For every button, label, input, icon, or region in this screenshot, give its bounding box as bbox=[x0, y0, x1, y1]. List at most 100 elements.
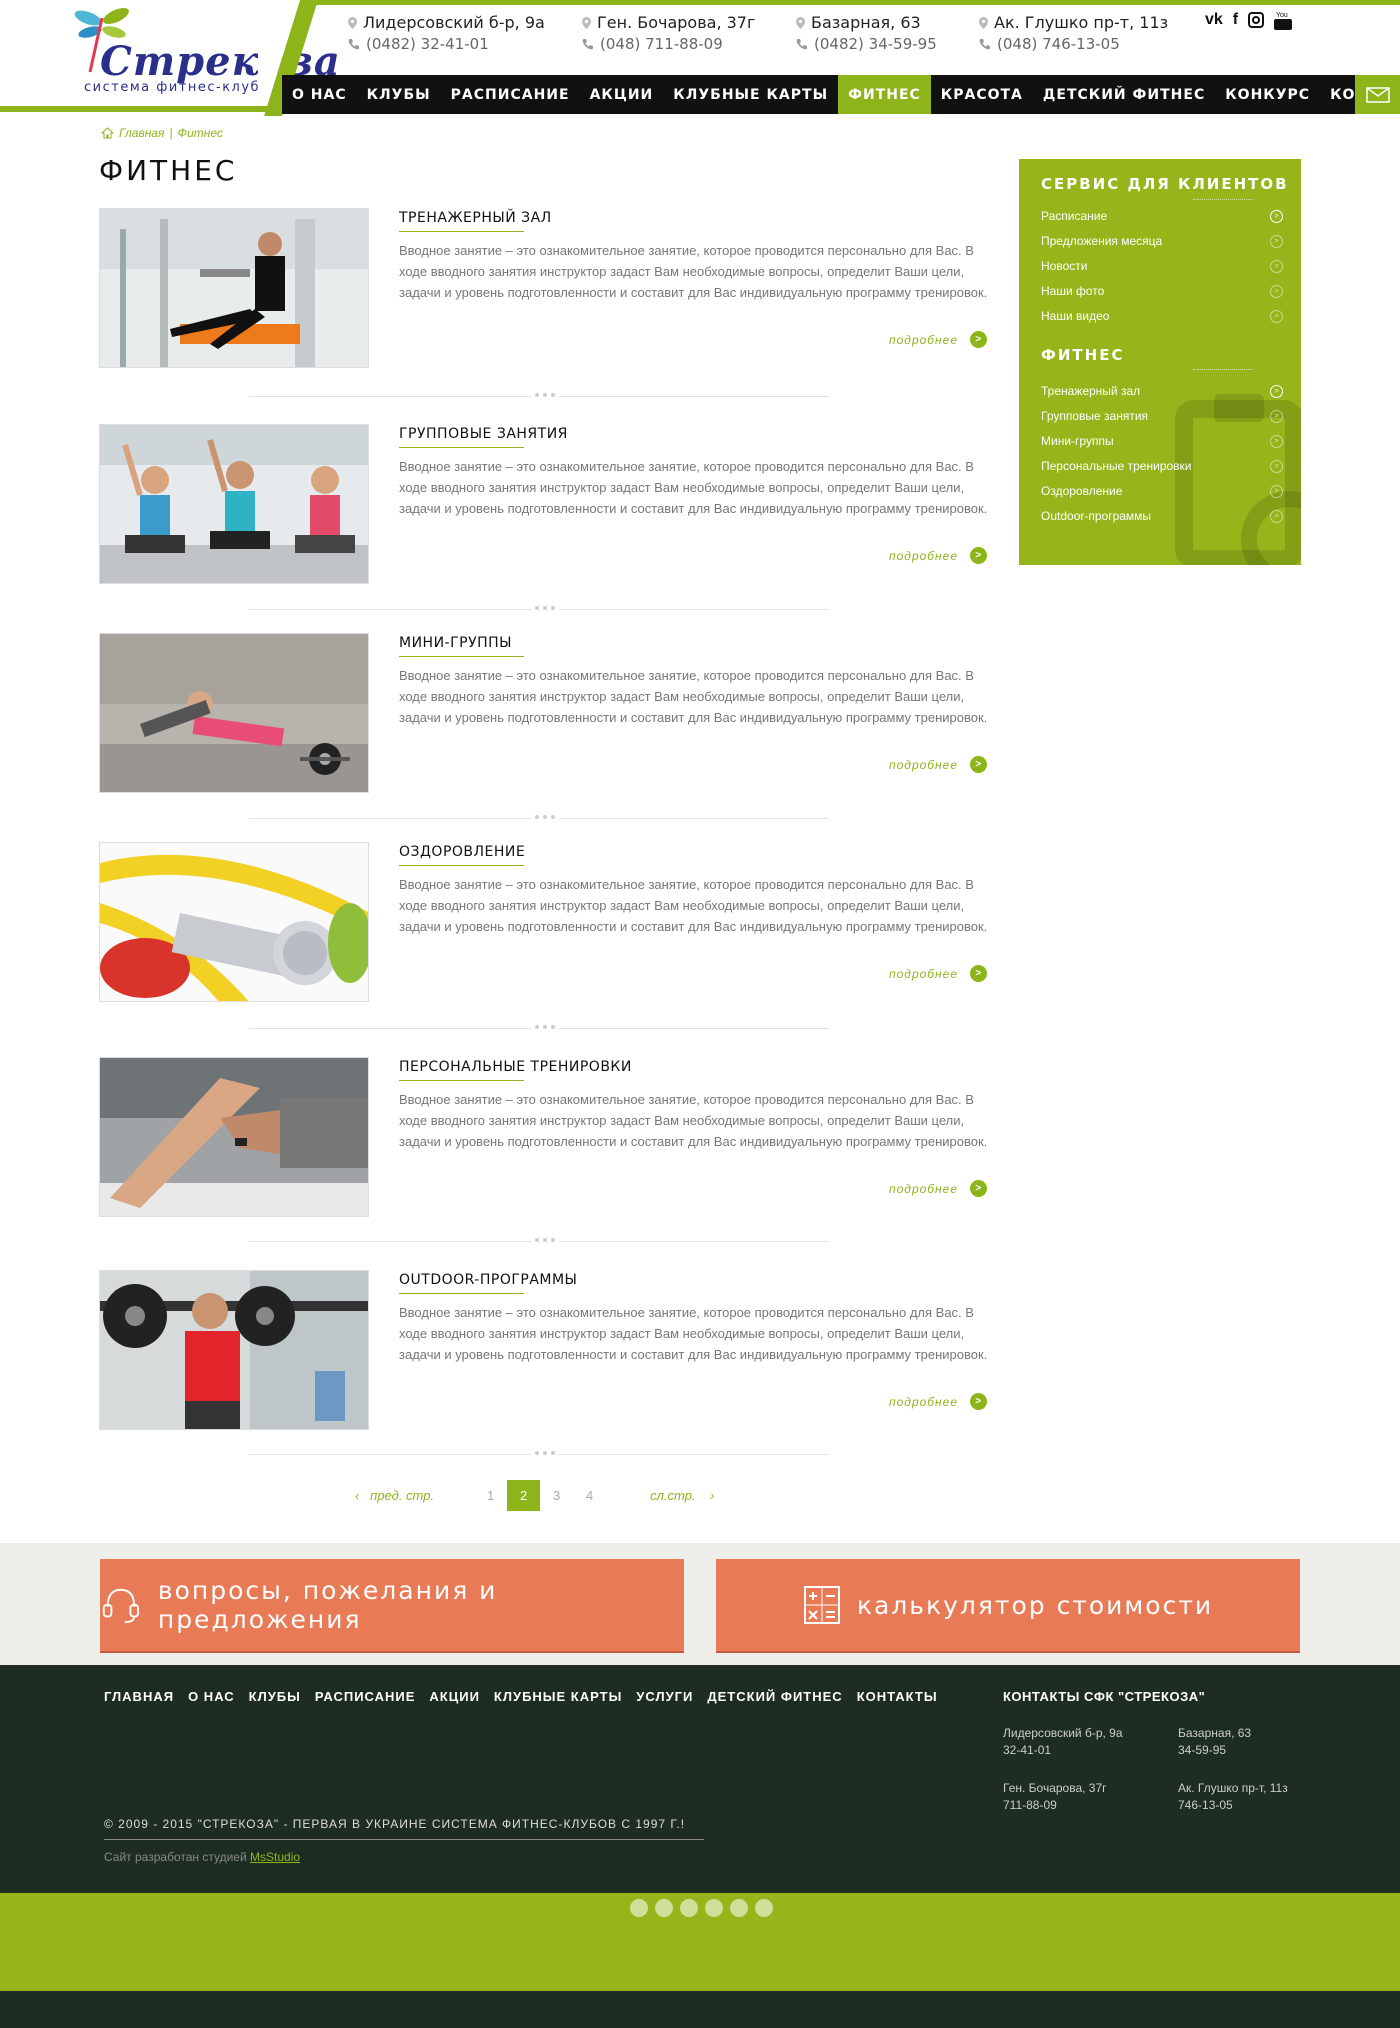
more-link[interactable]: подробнее > bbox=[889, 1393, 987, 1410]
prev-page-link[interactable]: ‹ пред. стр. bbox=[355, 1488, 434, 1503]
article-thumbnail[interactable] bbox=[99, 842, 369, 1002]
sidebar-item-group-classes[interactable]: Групповые занятия > bbox=[1041, 409, 1283, 423]
footer-social bbox=[630, 1899, 773, 1917]
youtube-icon[interactable]: You bbox=[1274, 10, 1293, 30]
article-title[interactable]: ПЕРСОНАЛЬНЫЕ ТРЕНИРОВКИ bbox=[399, 1059, 632, 1081]
more-link[interactable]: подробнее > bbox=[889, 331, 987, 348]
instagram-icon[interactable] bbox=[1248, 12, 1265, 28]
article-thumbnail[interactable] bbox=[99, 208, 369, 368]
bottom-bar bbox=[0, 1893, 1400, 1991]
pinterest-icon[interactable] bbox=[705, 1899, 723, 1917]
mail-button[interactable] bbox=[1355, 75, 1400, 114]
page-title: ФИТНЕС bbox=[99, 154, 238, 187]
nav-item-schedule[interactable]: РАСПИСАНИЕ bbox=[441, 75, 580, 114]
footer-contact-phone[interactable]: 746-13-05 bbox=[1178, 1797, 1288, 1814]
sidebar-item-news[interactable]: Новости > bbox=[1041, 259, 1283, 273]
footer-nav-contacts[interactable]: КОНТАКТЫ bbox=[857, 1689, 938, 1704]
page-number[interactable]: 1 bbox=[474, 1488, 507, 1503]
svg-text:You: You bbox=[1276, 12, 1288, 19]
article-thumbnail[interactable] bbox=[99, 1270, 369, 1430]
arrow-right-icon: > bbox=[970, 756, 987, 773]
club-phone[interactable]: (048) 746-13-05 bbox=[997, 35, 1120, 53]
phone-icon bbox=[979, 39, 990, 50]
footer-nav-kids-fitness[interactable]: ДЕТСКИЙ ФИТНЕС bbox=[707, 1689, 842, 1704]
headset-icon bbox=[102, 1588, 139, 1624]
page-number[interactable]: 3 bbox=[540, 1488, 573, 1503]
article-title[interactable]: ОЗДОРОВЛЕНИЕ bbox=[399, 844, 525, 866]
footer-nav: ГЛАВНАЯ О НАС КЛУБЫ РАСПИСАНИЕ АКЦИИ КЛУ… bbox=[104, 1689, 938, 1704]
home-icon[interactable] bbox=[101, 127, 114, 139]
footer-nav-clubs[interactable]: КЛУБЫ bbox=[249, 1689, 301, 1704]
page-number-current[interactable]: 2 bbox=[507, 1480, 541, 1511]
nav-item-contest[interactable]: КОНКУРС bbox=[1215, 75, 1320, 114]
nav-item-about[interactable]: О НАС bbox=[282, 75, 357, 114]
arrow-right-icon: > bbox=[970, 1393, 987, 1410]
article-title[interactable]: ГРУППОВЫЕ ЗАНЯТИЯ bbox=[399, 426, 568, 448]
more-link[interactable]: подробнее > bbox=[889, 1180, 987, 1197]
footer-nav-schedule[interactable]: РАСПИСАНИЕ bbox=[315, 1689, 416, 1704]
footer-nav-about[interactable]: О НАС bbox=[188, 1689, 235, 1704]
sidebar-item-photos[interactable]: Наши фото > bbox=[1041, 284, 1283, 298]
sidebar-item-gym[interactable]: Тренажерный зал > bbox=[1041, 384, 1283, 398]
more-link[interactable]: подробнее > bbox=[889, 547, 987, 564]
sidebar-item-label: Наши фото bbox=[1041, 284, 1105, 298]
google-plus-icon[interactable] bbox=[680, 1899, 698, 1917]
footer-contact-phone[interactable]: 32-41-01 bbox=[1003, 1742, 1123, 1759]
club-phone[interactable]: (0482) 32-41-01 bbox=[366, 35, 489, 53]
club-phone[interactable]: (048) 711-88-09 bbox=[600, 35, 723, 53]
sidebar-item-personal-training[interactable]: Персональные тренировки > bbox=[1041, 459, 1283, 473]
article-title[interactable]: OUTDOOR-ПРОГРАММЫ bbox=[399, 1272, 577, 1294]
facebook-icon[interactable]: f bbox=[1233, 11, 1238, 29]
club-phone[interactable]: (0482) 34-59-95 bbox=[814, 35, 937, 53]
sidebar-item-offers[interactable]: Предложения месяца > bbox=[1041, 234, 1283, 248]
article-title[interactable]: ТРЕНАЖЕРНЫЙ ЗАЛ bbox=[399, 210, 552, 232]
sidebar-item-outdoor[interactable]: Outdoor-программы > bbox=[1041, 509, 1283, 523]
facebook-icon[interactable] bbox=[655, 1899, 673, 1917]
vk-icon[interactable]: vk bbox=[1205, 11, 1223, 29]
feedback-button[interactable]: вопросы, пожелания и предложения bbox=[100, 1559, 684, 1651]
nav-item-beauty[interactable]: КРАСОТА bbox=[931, 75, 1033, 114]
nav-item-clubs[interactable]: КЛУБЫ bbox=[357, 75, 441, 114]
calculator-button[interactable]: калькулятор стоимости bbox=[716, 1559, 1300, 1651]
instagram-icon[interactable] bbox=[755, 1899, 773, 1917]
more-link[interactable]: подробнее > bbox=[889, 965, 987, 982]
article-divider bbox=[249, 1451, 829, 1455]
linkedin-icon[interactable] bbox=[730, 1899, 748, 1917]
pagination: ‹ пред. стр. 1 2 3 4 сл.стр. › bbox=[355, 1480, 714, 1511]
article-title[interactable]: МИНИ-ГРУППЫ bbox=[399, 635, 525, 657]
more-link[interactable]: подробнее > bbox=[889, 756, 987, 773]
article-divider bbox=[249, 606, 829, 610]
breadcrumb-separator: | bbox=[169, 126, 173, 140]
article-thumbnail[interactable] bbox=[99, 424, 369, 584]
sidebar-item-videos[interactable]: Наши видео > bbox=[1041, 309, 1283, 323]
article-text: Вводное занятие – это ознакомительное за… bbox=[399, 668, 988, 725]
footer-nav-club-cards[interactable]: КЛУБНЫЕ КАРТЫ bbox=[494, 1689, 622, 1704]
next-page-link[interactable]: сл.стр. › bbox=[650, 1488, 714, 1503]
article-thumbnail[interactable] bbox=[99, 1057, 369, 1217]
page-number[interactable]: 4 bbox=[573, 1488, 606, 1503]
article-thumbnail[interactable] bbox=[99, 633, 369, 793]
footer-nav-home[interactable]: ГЛАВНАЯ bbox=[104, 1689, 174, 1704]
sidebar-divider bbox=[1193, 199, 1253, 200]
sidebar-item-mini-groups[interactable]: Мини-группы > bbox=[1041, 434, 1283, 448]
cta-strip: вопросы, пожелания и предложения калькул… bbox=[0, 1543, 1400, 1665]
gym-photo bbox=[100, 209, 368, 367]
more-label: подробнее bbox=[889, 548, 958, 563]
sidebar-item-label: Тренажерный зал bbox=[1041, 384, 1141, 398]
arrow-right-icon: > bbox=[970, 1180, 987, 1197]
sidebar-item-schedule[interactable]: Расписание > bbox=[1041, 209, 1283, 223]
footer-nav-services[interactable]: УСЛУГИ bbox=[636, 1689, 693, 1704]
breadcrumb-home[interactable]: Главная bbox=[119, 126, 164, 140]
twitter-icon[interactable] bbox=[630, 1899, 648, 1917]
nav-item-kids-fitness[interactable]: ДЕТСКИЙ ФИТНЕС bbox=[1033, 75, 1215, 114]
developer-link[interactable]: MsStudio bbox=[250, 1850, 300, 1864]
footer-contact-phone[interactable]: 711-88-09 bbox=[1003, 1797, 1107, 1814]
sidebar-item-label: Предложения месяца bbox=[1041, 234, 1163, 248]
footer-contact-phone[interactable]: 34-59-95 bbox=[1178, 1742, 1251, 1759]
sidebar-item-wellness[interactable]: Оздоровление > bbox=[1041, 484, 1283, 498]
footer-nav-promos[interactable]: АКЦИИ bbox=[429, 1689, 480, 1704]
nav-item-fitness[interactable]: ФИТНЕС bbox=[838, 75, 931, 114]
nav-item-promos[interactable]: АКЦИИ bbox=[580, 75, 664, 114]
article-item: МИНИ-ГРУППЫ Вводное занятие – это ознако… bbox=[99, 633, 987, 795]
nav-item-club-cards[interactable]: КЛУБНЫЕ КАРТЫ bbox=[663, 75, 838, 114]
